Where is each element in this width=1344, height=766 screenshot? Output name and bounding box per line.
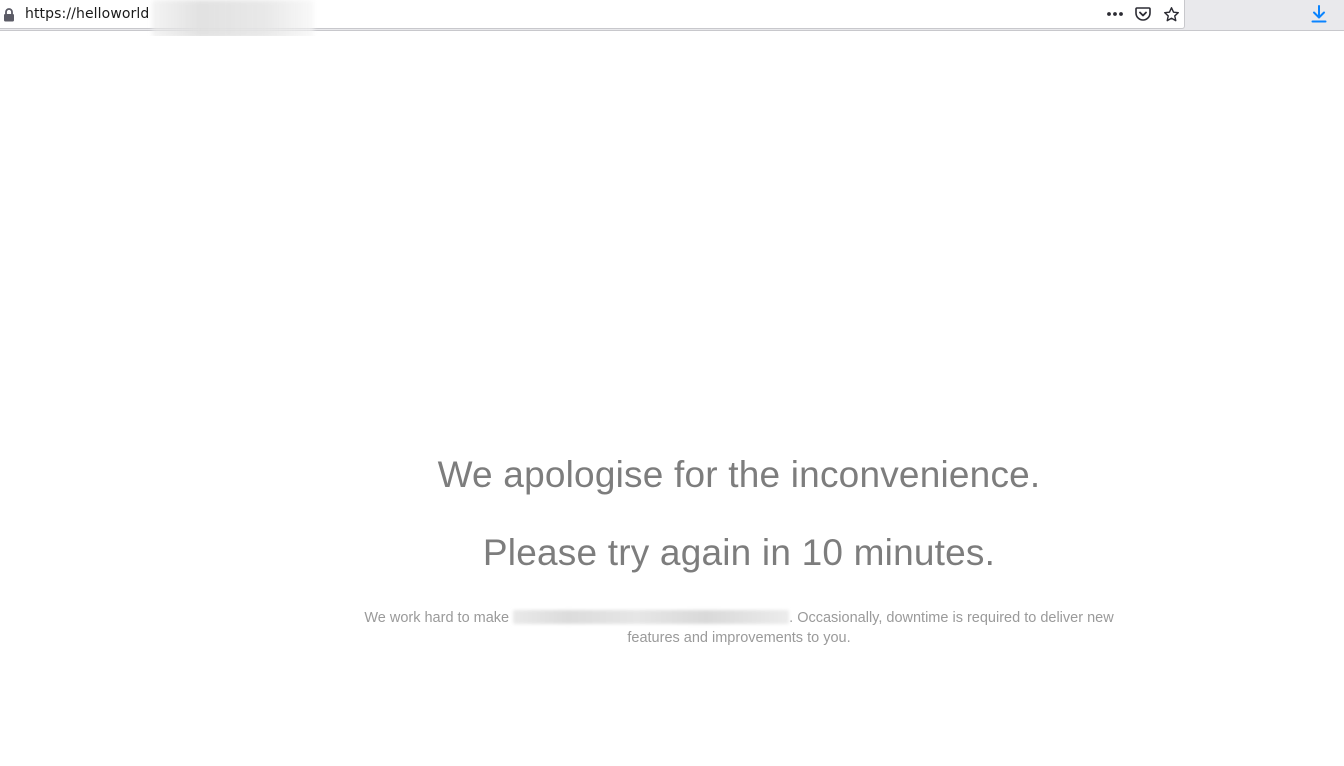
pocket-icon[interactable] (1133, 4, 1153, 24)
lock-icon[interactable] (3, 7, 15, 22)
maintenance-message: We work hard to make . Occasionally, dow… (340, 608, 1138, 648)
download-icon[interactable] (1309, 4, 1329, 24)
redacted-url-segment (152, 0, 314, 38)
url-bar[interactable]: https://helloworld (0, 0, 1185, 38)
message-prefix: We work hard to make (364, 610, 510, 626)
maintenance-page: We apologise for the inconvenience. Plea… (0, 36, 1344, 766)
apology-heading: We apologise for the inconvenience. (437, 454, 1041, 495)
retry-heading: Please try again in 10 minutes. (482, 532, 996, 573)
browser-toolbar: https://helloworld (0, 0, 1344, 38)
url-text[interactable]: https://helloworld (25, 6, 149, 22)
more-actions-icon[interactable] (1105, 4, 1125, 24)
redacted-text (513, 610, 790, 624)
bookmark-star-icon[interactable] (1161, 4, 1181, 24)
